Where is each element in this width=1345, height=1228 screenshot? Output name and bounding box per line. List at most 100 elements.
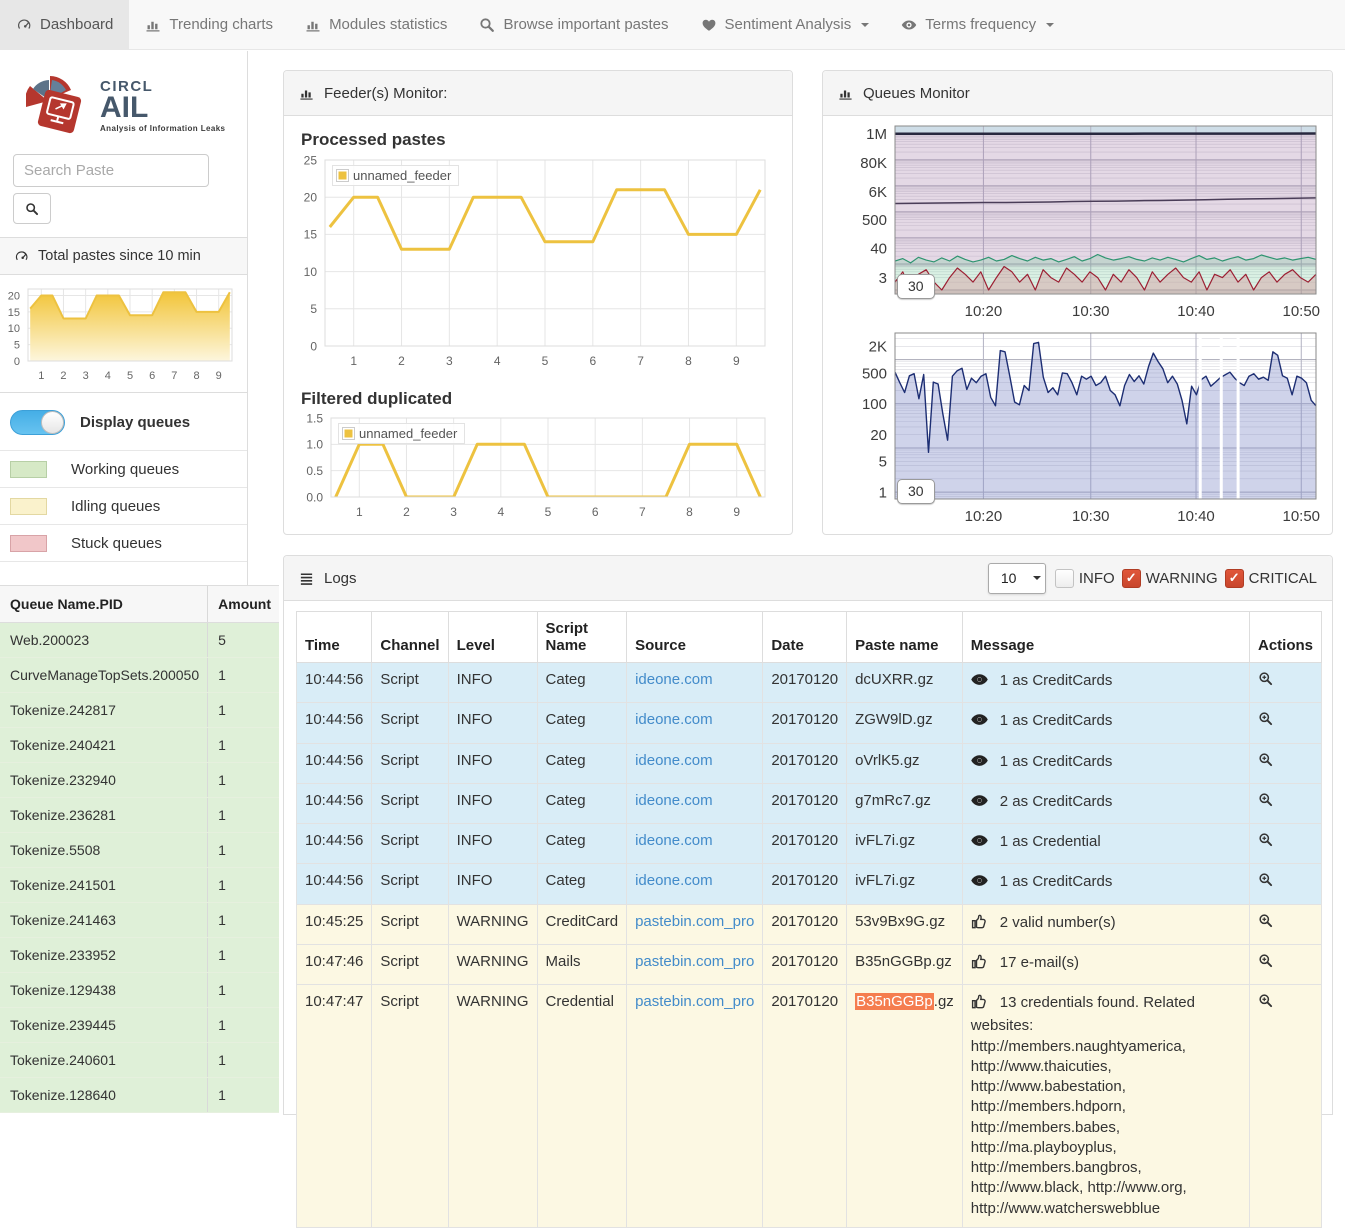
svg-text:4: 4 bbox=[497, 505, 504, 519]
page-size-select[interactable]: 10 bbox=[988, 563, 1046, 594]
bar-chart-icon bbox=[299, 86, 314, 101]
queue-row: Tokenize.2404211 bbox=[0, 728, 279, 763]
queue-amount: 1 bbox=[208, 1043, 279, 1078]
queues-panel-title: Queues Monitor bbox=[863, 85, 970, 102]
queue-row: Tokenize.55081 bbox=[0, 833, 279, 868]
view-paste-button[interactable] bbox=[1258, 913, 1273, 932]
log-row: 10:44:56ScriptINFOCategideone.com2017012… bbox=[297, 783, 1322, 823]
log-channel: Script bbox=[372, 985, 448, 1228]
nav-item-terms-frequency[interactable]: Terms frequency bbox=[885, 0, 1070, 49]
filtered-duplicated-chart: 0.00.51.01.5123456789 unnamed_feeder bbox=[299, 413, 777, 528]
nav-item-dashboard[interactable]: Dashboard bbox=[0, 0, 129, 49]
svg-text:10:30: 10:30 bbox=[1072, 508, 1110, 525]
log-paste-name: 53v9Bx9G.gz bbox=[847, 904, 963, 944]
queue-name: Tokenize.236281 bbox=[0, 798, 208, 833]
queue-row: Tokenize.1286401 bbox=[0, 1078, 279, 1113]
chart-badge: 30 bbox=[897, 479, 935, 504]
svg-text:10:20: 10:20 bbox=[965, 508, 1003, 525]
source-link[interactable]: ideone.com bbox=[635, 711, 713, 728]
svg-text:10:30: 10:30 bbox=[1072, 303, 1110, 320]
svg-text:6K: 6K bbox=[869, 184, 887, 201]
nav-item-sentiment-analysis[interactable]: Sentiment Analysis bbox=[685, 0, 886, 49]
logs-header-script-name: Script Name bbox=[537, 612, 627, 663]
svg-text:10: 10 bbox=[8, 323, 20, 335]
source-link[interactable]: ideone.com bbox=[635, 872, 713, 889]
queue-row: Tokenize.2414631 bbox=[0, 903, 279, 938]
svg-text:0: 0 bbox=[14, 356, 20, 368]
legend-swatch bbox=[342, 427, 355, 440]
logo-product: AIL bbox=[100, 94, 225, 123]
source-link[interactable]: ideone.com bbox=[635, 671, 713, 688]
source-link[interactable]: pastebin.com_pro bbox=[635, 993, 754, 1010]
svg-text:7: 7 bbox=[171, 370, 177, 382]
log-row: 10:45:25ScriptWARNINGCreditCardpastebin.… bbox=[297, 904, 1322, 944]
chart-legend: unnamed_feeder bbox=[332, 165, 459, 186]
queue-name: Tokenize.240601 bbox=[0, 1043, 208, 1078]
queue-row: Tokenize.2406011 bbox=[0, 1043, 279, 1078]
legend-swatch bbox=[336, 169, 349, 182]
svg-text:2: 2 bbox=[403, 505, 410, 519]
source-link[interactable]: pastebin.com_pro bbox=[635, 953, 754, 970]
queue-amount: 1 bbox=[208, 973, 279, 1008]
queues-monitor-bottom-chart: 15201005002K10:2010:3010:4010:50 30 bbox=[833, 327, 1322, 532]
log-script-name: Mails bbox=[537, 944, 627, 984]
log-row: 10:44:56ScriptINFOCategideone.com2017012… bbox=[297, 743, 1322, 783]
log-channel: Script bbox=[372, 944, 448, 984]
checkbox-info[interactable] bbox=[1055, 569, 1074, 588]
nav-item-browse-important-pastes[interactable]: Browse important pastes bbox=[463, 0, 684, 49]
svg-text:5: 5 bbox=[310, 302, 317, 316]
queue-row: Tokenize.1294381 bbox=[0, 973, 279, 1008]
nav-item-trending-charts[interactable]: Trending charts bbox=[129, 0, 289, 49]
source-link[interactable]: pastebin.com_pro bbox=[635, 913, 754, 930]
view-paste-button[interactable] bbox=[1258, 792, 1273, 811]
source-link[interactable]: ideone.com bbox=[635, 832, 713, 849]
log-script-name: Credential bbox=[537, 985, 627, 1228]
logs-table-header-row: TimeChannelLevelScript NameSourceDatePas… bbox=[297, 612, 1322, 663]
log-date: 20170120 bbox=[763, 824, 847, 864]
search-paste-input[interactable] bbox=[13, 154, 209, 187]
log-row: 10:47:46ScriptWARNINGMailspastebin.com_p… bbox=[297, 944, 1322, 984]
log-script-name: Categ bbox=[537, 864, 627, 904]
filter-warning[interactable]: ✓WARNING bbox=[1122, 569, 1218, 588]
log-paste-name: g7mRc7.gz bbox=[847, 783, 963, 823]
checkbox-critical[interactable]: ✓ bbox=[1225, 569, 1244, 588]
view-paste-button[interactable] bbox=[1258, 872, 1273, 891]
nav-item-modules-statistics[interactable]: Modules statistics bbox=[289, 0, 463, 49]
view-paste-button[interactable] bbox=[1258, 752, 1273, 771]
log-level: INFO bbox=[448, 864, 537, 904]
eye-icon bbox=[901, 17, 917, 33]
legend-row-working-queues: Working queues bbox=[0, 450, 247, 487]
view-paste-button[interactable] bbox=[1258, 671, 1273, 690]
display-queues-toggle[interactable] bbox=[10, 410, 65, 435]
source-link[interactable]: ideone.com bbox=[635, 792, 713, 809]
svg-text:3: 3 bbox=[446, 354, 453, 368]
chart-badge: 30 bbox=[897, 274, 935, 299]
search-plus-icon bbox=[1258, 792, 1273, 807]
log-script-name: Categ bbox=[537, 824, 627, 864]
view-paste-button[interactable] bbox=[1258, 832, 1273, 851]
log-date: 20170120 bbox=[763, 944, 847, 984]
log-row: 10:44:56ScriptINFOCategideone.com2017012… bbox=[297, 864, 1322, 904]
legend-swatch bbox=[10, 535, 47, 552]
log-time: 10:44:56 bbox=[297, 824, 372, 864]
checkbox-warning[interactable]: ✓ bbox=[1122, 569, 1141, 588]
search-button[interactable] bbox=[13, 193, 51, 224]
log-script-name: Categ bbox=[537, 703, 627, 743]
queue-name: Web.200023 bbox=[0, 623, 208, 658]
view-paste-button[interactable] bbox=[1258, 953, 1273, 972]
queue-amount: 1 bbox=[208, 1078, 279, 1113]
source-link[interactable]: ideone.com bbox=[635, 752, 713, 769]
view-paste-button[interactable] bbox=[1258, 711, 1273, 730]
filter-info[interactable]: INFO bbox=[1055, 569, 1115, 588]
filter-critical[interactable]: ✓CRITICAL bbox=[1225, 569, 1317, 588]
svg-text:1: 1 bbox=[350, 354, 357, 368]
queue-row: Tokenize.2329401 bbox=[0, 763, 279, 798]
view-paste-button[interactable] bbox=[1258, 993, 1273, 1012]
logs-header-paste-name: Paste name bbox=[847, 612, 963, 663]
queues-monitor-top-chart: 3405006K80K1M10:2010:3010:4010:50 30 bbox=[833, 122, 1322, 327]
nav-item-label: Sentiment Analysis bbox=[725, 16, 852, 33]
logs-header-source: Source bbox=[627, 612, 763, 663]
log-time: 10:44:56 bbox=[297, 703, 372, 743]
log-paste-name: ZGW9lD.gz bbox=[847, 703, 963, 743]
log-channel: Script bbox=[372, 824, 448, 864]
